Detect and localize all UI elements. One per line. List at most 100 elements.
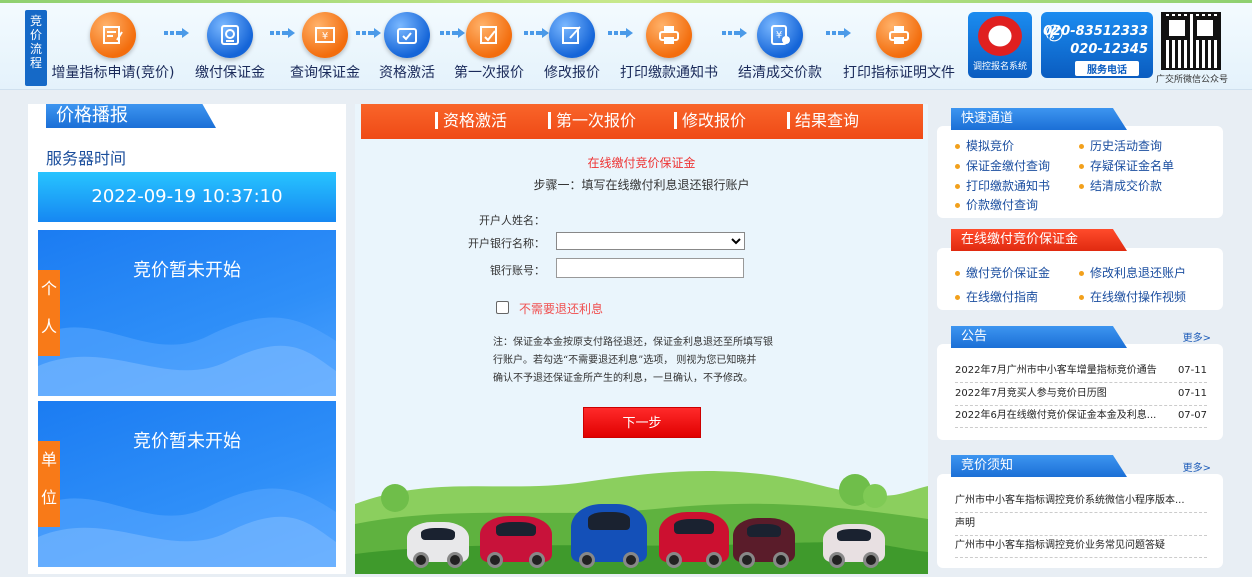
notice-more-link[interactable]: 更多> [1183,329,1211,344]
quick-link-history-query[interactable]: 历史活动查询 [1079,137,1162,154]
deposit-form-panel: 资格激活 第一次报价 修改报价 结果查询 在线缴付竞价保证金 步骤一：填写在线缴… [355,104,928,574]
bank-account-input[interactable] [556,258,744,278]
car-pink-white [823,524,885,568]
notice-item[interactable]: 2022年7月广州市中小客车增量指标竞价通告 07-11 [955,361,1207,383]
note-line: 行账户。若勾选“不需要退还利息”选项， 则视为您已知晓并 [493,355,757,366]
deposit-note: 注：保证金本金按原支付路径退还，保证金利息退还至所填写银 行账户。若勾选“不需要… [493,334,793,388]
notice-item[interactable]: 2022年7月竞买人参与竞价日历图 07-11 [955,384,1207,406]
quick-link-mock-bid[interactable]: 模拟竞价 [955,137,1014,154]
step-label: 打印指标证明文件 [843,65,955,81]
no-refund-interest-checkbox[interactable] [496,301,509,314]
svg-text:¥: ¥ [322,31,328,42]
process-bar: 竞价流程 增量指标申请(竞价) 缴付保证金 ¥ 查询保证金 资格激活 第一次报价 [0,0,1252,90]
activation-box-icon [384,12,430,58]
next-step-button[interactable]: 下一步 [583,407,701,438]
settle-payment-icon: ¥ [757,12,803,58]
step-label: 查询保证金 [290,65,360,81]
svg-text:¥: ¥ [776,30,782,41]
step-label: 资格激活 [379,65,435,81]
wave-decoration [38,488,336,567]
bid-status-text: 竞价暂未开始 [133,431,241,452]
tab-modify-bid[interactable]: 修改报价 [674,112,746,129]
qr-caption: 广交所微信公众号 [1156,75,1229,85]
side-char: 人 [40,317,57,336]
step-first-bid[interactable]: 第一次报价 [453,12,525,82]
car-blue [571,504,647,568]
quick-link-payment-query[interactable]: 价款缴付查询 [955,196,1038,213]
personal-side-tab[interactable]: 个 人 [38,270,60,356]
server-time: 2022-09-19 10:37:10 [38,172,336,222]
bid-status-text: 竞价暂未开始 [133,260,241,281]
rules-item[interactable]: 广州市中小客车指标调控竞价业务常见问题答疑 [955,536,1207,558]
step-settle-payment[interactable]: ¥ 结清成交价款 [736,12,824,82]
tab-result-query[interactable]: 结果查询 [787,112,859,129]
bank-name-select[interactable] [556,232,745,250]
quick-link-doubtful-deposit-list[interactable]: 存疑保证金名单 [1079,157,1174,174]
note-line: 注：保证金本金按原支付路径退还，保证金利息退还至所填写银 [493,337,773,348]
first-bid-icon [466,12,512,58]
online-link-pay-deposit[interactable]: 缴付竞价保证金 [955,264,1050,281]
right-sidebar: 快速通道 模拟竞价 历史活动查询 保证金缴付查询 存疑保证金名单 打印缴款通知书… [937,104,1229,574]
deposit-receipt-icon [207,12,253,58]
side-char: 个 [40,279,57,298]
unit-bid-status-card: 竞价暂未开始 单 位 [38,401,336,567]
no-refund-interest-label[interactable]: 不需要退还利息 [519,300,603,317]
quick-channel-title: 快速通道 [951,108,1127,130]
rules-item[interactable]: 声明 [955,514,1207,536]
personal-bid-status-card: 竞价暂未开始 个 人 [38,230,336,396]
step-print-payment-notice[interactable]: 打印缴款通知书 [617,12,721,82]
car-crimson [659,512,729,568]
quick-link-settle-payment[interactable]: 结清成交价款 [1079,177,1162,194]
side-char: 单 [40,450,57,469]
side-char: 位 [40,488,57,507]
rules-item[interactable]: 广州市中小客车指标调控竞价系统微信小程序版本... [955,491,1207,513]
step-qualification-activation[interactable]: 资格激活 [376,12,438,82]
tab-qualification-activation[interactable]: 资格激活 [435,112,507,129]
system-logo-caption: 调控报名系统 [972,62,1027,72]
deposit-query-icon: ¥ [302,12,348,58]
server-time-label: 服务器时间 [46,149,127,168]
service-label: 服务电话 [1075,61,1139,76]
step-print-quota-certificate[interactable]: 打印指标证明文件 [841,12,957,82]
wechat-qr-code [1161,12,1221,70]
note-line: 确认不予退还保证金所产生的利息，一旦确认，不予修改。 [493,373,753,384]
panel-title: 价格播报 [46,104,216,128]
flow-arrow-icon [164,28,190,38]
account-name-label: 开户人姓名： [479,214,545,227]
online-link-video[interactable]: 在线缴付操作视频 [1079,288,1186,305]
unit-side-tab[interactable]: 单 位 [38,441,60,527]
car-maroon [733,518,795,568]
step-pay-deposit[interactable]: 缴付保证金 [190,12,270,82]
online-link-guide[interactable]: 在线缴付指南 [955,288,1038,305]
modify-bid-icon [549,12,595,58]
cars-landscape-illustration [355,464,928,574]
quick-link-print-payment-notice[interactable]: 打印缴款通知书 [955,177,1050,194]
form-title: 在线缴付竞价保证金 [587,156,696,170]
step-increment-application[interactable]: 增量指标申请(竞价) [48,12,178,82]
step-modify-bid[interactable]: 修改报价 [541,12,603,82]
registration-system-logo[interactable]: 调控报名系统 [968,12,1032,78]
car-white [407,522,469,568]
quick-link-deposit-query[interactable]: 保证金缴付查询 [955,157,1050,174]
phone-number-1: 020-83512333 [1043,24,1148,39]
online-link-modify-refund-account[interactable]: 修改利息退还账户 [1079,264,1186,281]
notice-item[interactable]: 2022年6月在线缴付竞价保证金本金及利息... 07-07 [955,406,1207,428]
step-label: 第一次报价 [454,65,524,81]
printer-icon [876,12,922,58]
bank-account-label: 银行账号： [490,264,545,277]
step-label: 修改报价 [544,65,600,81]
notice-title: 公告 [951,326,1127,348]
application-form-icon [90,12,136,58]
emblem-icon [978,16,1022,56]
step-label: 缴付保证金 [195,65,265,81]
step-label: 结清成交价款 [738,65,822,81]
step-query-deposit[interactable]: ¥ 查询保证金 [288,12,362,82]
rules-more-link[interactable]: 更多> [1183,459,1211,474]
form-step-subtitle: 步骤一：填写在线缴付利息退还银行账户 [533,178,750,192]
phone-number-2: 020-12345 [1070,42,1148,57]
bank-name-label: 开户银行名称： [468,237,545,250]
tab-first-bid[interactable]: 第一次报价 [548,112,636,129]
price-broadcast-panel: 价格播报 服务器时间 2022-09-19 10:37:10 竞价暂未开始 个 … [28,104,346,574]
car-red [480,516,552,568]
flow-label: 竞价流程 [25,10,47,86]
